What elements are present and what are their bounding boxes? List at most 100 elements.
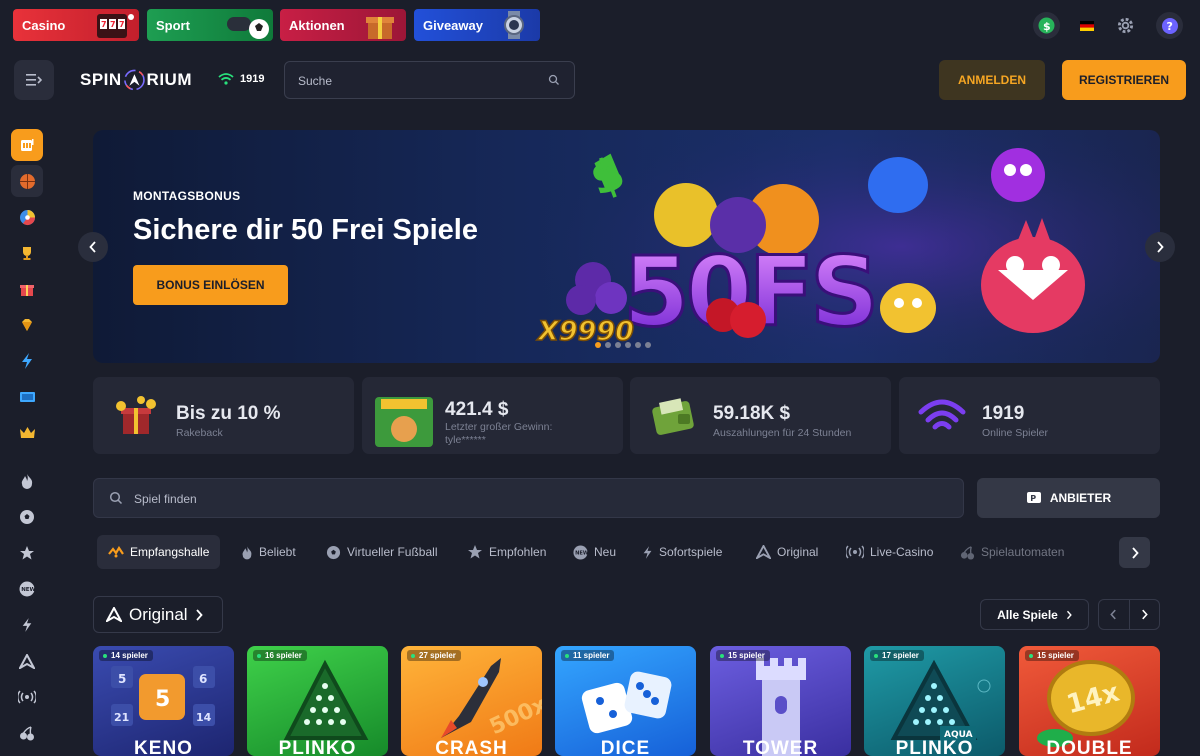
svg-text:5: 5 [155, 687, 170, 712]
promo-banner[interactable]: $ 50FS X9990 MONTAGSBONUS Sichere dir 50… [93, 130, 1160, 363]
section-title-original[interactable]: Original [93, 596, 223, 633]
currency-button[interactable]: $ [1033, 12, 1060, 39]
tab-new[interactable]: NEW Neu [573, 535, 616, 569]
star-icon [468, 545, 482, 559]
game-card-plinko[interactable]: 16 spieler PLINKO [247, 646, 388, 756]
tab-giveaway[interactable]: Giveaway [414, 9, 540, 41]
game-card-dice[interactable]: 11 spieler DICE [555, 646, 696, 756]
tab-instant[interactable]: Sofortspiele [642, 535, 722, 569]
spinarium-icon [756, 545, 771, 559]
provider-button[interactable]: P ANBIETER [977, 478, 1160, 518]
banner-kicker: MONTAGSBONUS [133, 189, 241, 203]
sidebar-item-bonus[interactable] [11, 273, 43, 305]
banner-dot[interactable] [605, 342, 611, 348]
tab-original[interactable]: Original [756, 535, 818, 569]
sidebar-item-vip[interactable] [11, 309, 43, 341]
sidebar-item-fast[interactable] [11, 345, 43, 377]
tab-popular[interactable]: Beliebt [241, 535, 296, 569]
gem-icon [22, 319, 32, 331]
tab-virtual-football[interactable]: Virtueller Fußball [326, 535, 437, 569]
game-card-double[interactable]: 14x 15 spieler DOUBLE [1019, 646, 1160, 756]
tab-label: Spielautomaten [981, 545, 1065, 559]
banner-next-button[interactable] [1145, 232, 1175, 262]
sidebar-item-tournaments[interactable] [11, 237, 43, 269]
chevron-right-icon [195, 608, 203, 621]
sidebar-item-wheel[interactable] [11, 201, 43, 233]
game-card-tower[interactable]: 15 spieler TOWER [710, 646, 851, 756]
stat-value: Bis zu 10 % [176, 403, 281, 424]
categories-next-button[interactable] [1119, 537, 1150, 568]
game-card-plinko-aqua[interactable]: AQUA 17 spieler PLINKO [864, 646, 1005, 756]
svg-text:21: 21 [114, 711, 129, 724]
chevron-right-icon [1131, 546, 1139, 559]
pager-prev-button[interactable] [1099, 600, 1130, 629]
dollar-icon: $ [1038, 17, 1055, 34]
tab-aktionen[interactable]: Aktionen [280, 9, 406, 41]
sidebar-item-football[interactable] [11, 501, 43, 533]
wifi-icon [218, 73, 234, 85]
sidebar-item-ticket[interactable] [11, 381, 43, 413]
tab-live-casino[interactable]: Live-Casino [846, 535, 933, 569]
sidebar-item-crown[interactable] [11, 417, 43, 449]
banner-dot[interactable] [595, 342, 601, 348]
banner-dot[interactable] [645, 342, 651, 348]
crown-icon [19, 427, 35, 438]
wifi-signal-icon [918, 399, 966, 430]
tab-featured[interactable]: Empfohlen [467, 535, 546, 569]
banner-dot[interactable] [635, 342, 641, 348]
player-count-badge: 15 spieler [1025, 650, 1079, 661]
tab-label: Sofortspiele [659, 545, 723, 559]
lightning-icon [22, 353, 32, 369]
stat-big-win: 421.4 $ Letzter großer Gewinn: tyle****** [362, 377, 623, 454]
sidebar-item-new[interactable]: NEW [11, 573, 43, 605]
sidebar-toggle-button[interactable] [14, 60, 54, 100]
game-search-input[interactable]: Spiel finden [93, 478, 964, 518]
all-games-button[interactable]: Alle Spiele [980, 599, 1089, 630]
tab-label: Live-Casino [870, 545, 934, 559]
search-icon [548, 74, 559, 85]
gift-icon [20, 285, 34, 296]
sidebar-item-original[interactable] [11, 645, 43, 677]
svg-text:500x: 500x [486, 692, 542, 740]
stat-label: Online Spieler [982, 427, 1048, 439]
sidebar-item-featured[interactable] [11, 537, 43, 569]
register-button[interactable]: REGISTRIEREN [1062, 60, 1186, 100]
game-card-keno[interactable]: 5 6 21 14 5 14 spieler KENO [93, 646, 234, 756]
tab-slots[interactable]: Spielautomaten [960, 535, 1064, 569]
sidebar-item-instant[interactable] [11, 609, 43, 641]
star-icon [20, 546, 34, 560]
tab-casino[interactable]: Casino 777 [13, 9, 139, 41]
language-button[interactable] [1073, 12, 1100, 39]
svg-text:14: 14 [196, 711, 212, 724]
sidebar-item-sport[interactable] [11, 165, 43, 197]
settings-button[interactable] [1112, 12, 1139, 39]
game-title: KENO [134, 738, 193, 756]
site-logo[interactable]: SPIN RIUM [80, 60, 192, 100]
game-card-crash[interactable]: 500x 27 spieler CRASH [401, 646, 542, 756]
football-icon [326, 545, 341, 559]
pager-next-button[interactable] [1130, 600, 1160, 629]
chevron-right-icon [1141, 609, 1148, 620]
provider-icon: P [1026, 492, 1041, 503]
section-pager [1098, 599, 1160, 630]
help-button[interactable]: ? [1156, 12, 1183, 39]
chevron-left-icon [1110, 609, 1117, 620]
login-button[interactable]: ANMELDEN [939, 60, 1045, 100]
svg-text:7: 7 [101, 20, 107, 29]
sidebar-item-casino[interactable] [11, 129, 43, 161]
banner-dot[interactable] [615, 342, 621, 348]
sidebar-item-popular[interactable] [11, 465, 43, 497]
game-title: PLINKO [895, 738, 974, 756]
tab-label: Original [777, 545, 819, 559]
tab-sport[interactable]: Sport [147, 9, 273, 41]
banner-prev-button[interactable] [78, 232, 108, 262]
claim-bonus-button[interactable]: BONUS EINLÖSEN [133, 265, 288, 305]
sidebar-item-live[interactable] [11, 681, 43, 713]
pie-chart-icon [19, 209, 35, 225]
tab-lobby[interactable]: Empfangshalle [97, 535, 221, 569]
sidebar-item-slots[interactable] [11, 717, 43, 749]
banner-dot[interactable] [625, 342, 631, 348]
new-icon: NEW [573, 544, 588, 560]
game-title: CRASH [435, 738, 508, 756]
search-input[interactable]: Suche [284, 61, 575, 99]
